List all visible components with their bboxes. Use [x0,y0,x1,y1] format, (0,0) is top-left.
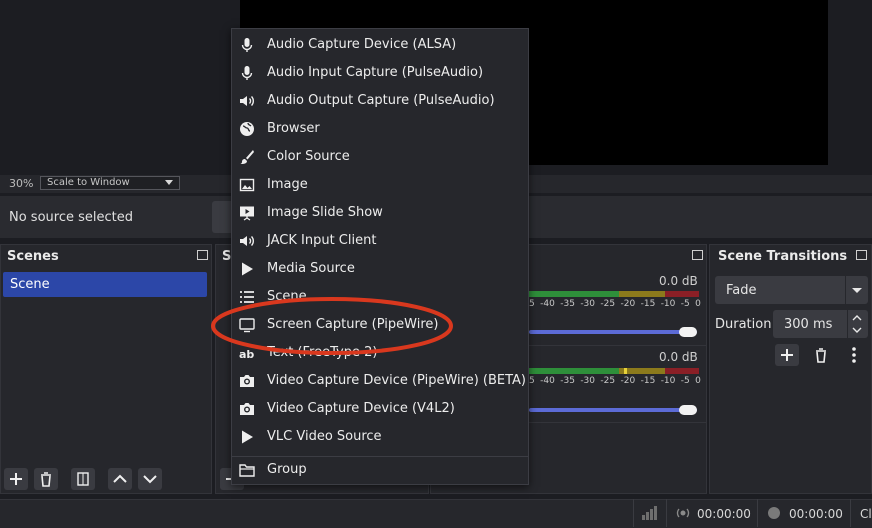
track-1-volume-handle[interactable] [679,327,697,337]
menu-item-audio-output-pulse[interactable]: Audio Output Capture (PulseAudio) [232,87,528,115]
status-divider [850,499,851,527]
track-2-meter-green [529,368,619,374]
menu-item-group[interactable]: Group [232,456,528,484]
zoom-level: 30% [9,177,34,190]
undock-icon[interactable] [197,250,208,260]
remove-transition-button[interactable] [809,344,833,366]
microphone-icon [241,38,253,52]
scale-mode-value: Scale to Window [47,177,130,188]
select-divider [845,276,846,304]
trash-icon [816,348,826,363]
menu-item-vlc-video-source[interactable]: VLC Video Source [232,423,528,451]
status-divider [666,499,667,527]
folder-icon [239,464,255,477]
plus-icon [10,473,22,485]
menu-item-video-capture-v4l2[interactable]: Video Capture Device (V4L2) [232,395,528,423]
undock-icon[interactable] [692,250,703,260]
signal-icon [642,506,657,520]
image-icon [239,178,255,192]
track-1-meter-yellow [619,291,665,297]
speaker-icon [240,236,254,246]
highlight-ellipse [211,297,453,355]
menu-item-browser[interactable]: Browser [232,115,528,143]
trash-icon [41,472,51,487]
scene-item-label: Scene [10,277,50,292]
play-icon [242,430,253,444]
camera-icon [240,375,254,387]
scale-mode-select[interactable]: Scale to Window [40,176,180,190]
track-2-volume-slider[interactable] [529,408,697,412]
track-2-peak-marker [624,368,627,374]
plus-icon [781,349,793,361]
track-1-meter-green [529,291,619,297]
record-icon [768,507,780,519]
more-vertical-icon [852,347,856,363]
microphone-icon [241,66,253,80]
track-2-meter-red [665,368,699,374]
remove-scene-button[interactable] [34,468,58,490]
track-2-db: 0.0 dB [659,350,698,364]
duration-label: Duration [715,317,772,332]
track-1-volume-slider[interactable] [529,330,697,334]
add-transition-button[interactable] [775,344,799,366]
track-1-meter-scale: 5 -40 -35 -30 -25 -20 -15 -10 -5 0 [529,299,701,309]
track-1-db: 0.0 dB [659,274,698,288]
spinbox-arrows-icon[interactable] [851,312,863,336]
scene-list-item[interactable]: Scene [3,272,207,297]
track-2-meter-scale: 5 -40 -35 -30 -25 -20 -15 -10 -5 0 [529,376,701,386]
chevron-down-icon [165,180,173,185]
globe-icon [240,122,254,136]
record-time: 00:00:00 [789,507,843,521]
scene-filters-button[interactable] [71,468,95,490]
sources-dock-title: S [222,249,232,264]
menu-item-image[interactable]: Image [232,171,528,199]
chevron-down-icon [852,288,862,293]
transition-options-button[interactable] [844,344,864,366]
add-scene-button[interactable] [4,468,28,490]
speaker-icon [240,96,254,106]
status-divider [757,499,758,527]
duration-value: 300 ms [784,317,833,332]
stream-time: 00:00:00 [697,507,751,521]
paintbrush-icon [240,150,254,164]
source-status-text: No source selected [9,210,133,225]
track-1-meter-red [665,291,699,297]
status-divider [633,499,634,527]
play-icon [242,262,253,276]
filter-icon [77,472,89,486]
track-2-volume-handle[interactable] [679,405,697,415]
add-source-menu: Audio Capture Device (ALSA) Audio Input … [231,28,529,485]
undock-icon[interactable] [856,250,867,260]
menu-item-color-source[interactable]: Color Source [232,143,528,171]
menu-item-audio-input-pulse[interactable]: Audio Input Capture (PulseAudio) [232,59,528,87]
slideshow-icon [240,206,254,221]
menu-item-jack-input[interactable]: JACK Input Client [232,227,528,255]
menu-item-image-slide-show[interactable]: Image Slide Show [232,199,528,227]
menu-item-audio-capture-alsa[interactable]: Audio Capture Device (ALSA) [232,31,528,59]
transition-select-value: Fade [726,283,757,298]
cpu-usage: Cl [860,507,872,521]
scenes-dock-title: Scenes [7,249,59,264]
menu-item-media-source[interactable]: Media Source [232,255,528,283]
move-scene-down-button[interactable] [138,468,162,490]
scene-transitions-title: Scene Transitions [718,249,848,264]
chevron-up-icon [113,474,127,483]
move-scene-up-button[interactable] [108,468,132,490]
camera-icon [240,403,254,415]
stream-icon [676,508,690,518]
spinbox-divider [847,310,848,338]
menu-item-video-capture-pipewire[interactable]: Video Capture Device (PipeWire) (BETA) [232,367,528,395]
chevron-down-icon [143,475,157,484]
